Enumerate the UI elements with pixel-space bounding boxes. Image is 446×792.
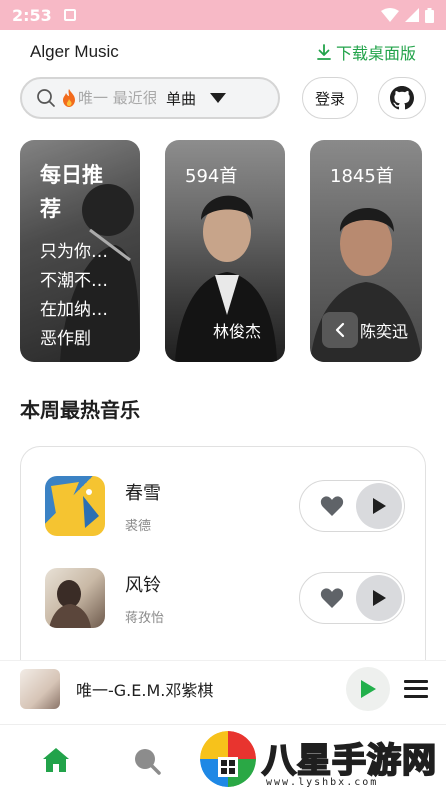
play-button[interactable] (356, 483, 402, 529)
download-label: 下载桌面版 (335, 44, 416, 63)
search-row: 单曲 登录 (20, 76, 430, 120)
login-button[interactable]: 登录 (302, 77, 358, 119)
artist-song-count: 594首 (185, 166, 238, 187)
search-type-label: 单曲 (166, 89, 197, 108)
menu-icon-line (404, 687, 428, 690)
artist-song-count: 1845首 (330, 166, 394, 187)
song-cover (45, 476, 105, 536)
song-cover (45, 568, 105, 628)
signal-icon (405, 8, 419, 22)
app-title: Alger Music (30, 42, 119, 61)
artist-card[interactable]: 1845首 陈奕迅 (310, 140, 422, 362)
github-button[interactable] (378, 77, 426, 119)
daily-title: 每日推荐 (40, 163, 103, 221)
daily-song-list: 只为你… 不潮不… 在加纳… 恶作剧 (40, 238, 108, 354)
now-playing-cover (20, 668, 60, 709)
home-icon (43, 748, 69, 772)
artist-card[interactable]: 594首 林俊杰 (165, 140, 285, 362)
song-title: 春雪 (125, 482, 161, 504)
daily-song: 恶作剧 (40, 329, 91, 349)
artist-name: 林俊杰 (213, 322, 262, 341)
download-icon (317, 44, 331, 60)
play-icon (361, 679, 376, 698)
caret-down-icon (210, 93, 227, 103)
nav-search[interactable] (133, 747, 161, 779)
watermark-logo-icon (200, 731, 256, 787)
menu-icon-line (404, 694, 428, 698)
daily-song: 在加纳… (40, 300, 108, 320)
app-header: Alger Music 下载桌面版 (0, 30, 446, 74)
carousel-prev-button[interactable] (322, 312, 358, 348)
song-info: 风铃 蒋孜怡 (125, 571, 164, 626)
watermark-logo (200, 731, 256, 787)
heart-icon[interactable] (320, 495, 344, 517)
song-row[interactable]: 春雪 裘德 (45, 475, 405, 537)
playlist-menu-button[interactable] (404, 677, 428, 701)
hot-music-list: 春雪 裘德 风铃 蒋孜怡 (20, 446, 426, 666)
notification-icon (63, 9, 76, 21)
daily-song: 不潮不… (40, 271, 108, 291)
bottom-nav: 八星手游网 www.lyshbx.com (0, 724, 446, 792)
daily-song: 只为你… (40, 242, 108, 262)
search-nav-icon (135, 749, 161, 775)
mini-player[interactable]: 唯一-G.E.M.邓紫棋 (0, 660, 446, 716)
search-input[interactable] (78, 89, 156, 107)
cover-art (49, 580, 91, 628)
status-bar: 2:53 (0, 0, 446, 30)
chevron-left-icon (335, 322, 345, 338)
watermark-url: www.lyshbx.com (266, 777, 379, 788)
artist-name: 陈奕迅 (360, 322, 409, 341)
status-indicators (381, 7, 434, 23)
song-row[interactable]: 风铃 蒋孜怡 (45, 567, 405, 629)
search-type-dropdown[interactable]: 单曲 (166, 88, 227, 109)
song-actions (299, 572, 405, 624)
search-box[interactable]: 单曲 (20, 77, 280, 119)
song-info: 春雪 裘德 (125, 479, 161, 534)
song-artist: 蒋孜怡 (125, 610, 165, 626)
watermark-text: 八星手游网 (261, 740, 437, 782)
mini-play-button[interactable] (346, 666, 390, 711)
download-desktop-link[interactable]: 下载桌面版 (316, 40, 416, 64)
recommend-cards: 每日推荐 只为你… 不潮不… 在加纳… 恶作剧 594首 林俊杰 1845首 陈… (20, 140, 446, 362)
github-icon (390, 86, 414, 110)
status-time: 2:53 (12, 5, 52, 25)
play-button[interactable] (356, 575, 402, 621)
heart-icon[interactable] (320, 587, 344, 609)
watermark: 八星手游网 www.lyshbx.com (200, 731, 446, 792)
play-icon (373, 590, 386, 606)
nav-home[interactable] (42, 747, 70, 777)
song-artist: 裘德 (125, 518, 152, 534)
battery-icon (425, 7, 434, 23)
song-actions (299, 480, 405, 532)
play-icon (373, 498, 386, 514)
now-playing-title: 唯一-G.E.M.邓紫棋 (76, 680, 214, 700)
song-title: 风铃 (125, 574, 161, 596)
fire-icon (63, 89, 75, 107)
wifi-icon (381, 8, 399, 22)
cover-art (51, 482, 99, 530)
menu-icon-line (404, 679, 428, 683)
search-icon (37, 89, 55, 107)
section-title: 本周最热音乐 (20, 398, 140, 422)
daily-recommend-card[interactable]: 每日推荐 只为你… 不潮不… 在加纳… 恶作剧 (20, 140, 140, 362)
